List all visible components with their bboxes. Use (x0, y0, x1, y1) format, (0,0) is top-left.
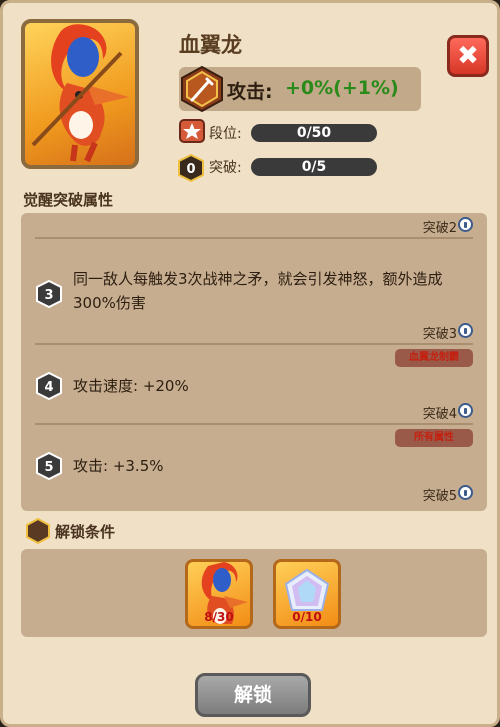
unlock-button[interactable]: 解锁 (195, 673, 311, 717)
unlock-section-title: 解锁条件 (55, 523, 116, 541)
tier-3-pill: 血翼龙制霸 (395, 349, 473, 367)
lock-icon (458, 323, 473, 338)
awaken-attributes-list[interactable]: 突破2 3 同一敌人每触发3次战神之矛，就会引发神怒，额外造成300%伤害 突破… (21, 213, 487, 511)
sword-icon (181, 65, 223, 113)
tier-tag-4: 突破4 (422, 407, 457, 422)
close-button[interactable]: ✖ (447, 35, 489, 77)
lock-icon (458, 485, 473, 500)
tier-5-text: 攻击: +3.5% (73, 457, 164, 475)
rank-star-icon (179, 119, 205, 143)
unlock-hex-icon (26, 517, 50, 545)
rank-value: 0/50 (296, 125, 332, 141)
tier-3-num: 3 (44, 288, 53, 303)
attack-bar: 攻击: +0%(+1%) (179, 65, 421, 113)
rank-progress: 0/50 (251, 124, 377, 142)
tier-3-hex-icon: 3 (36, 279, 62, 309)
attack-value: +0%(+1%) (285, 77, 399, 99)
tier-4-pill: 所有属性 (395, 429, 473, 447)
close-icon: ✖ (457, 41, 479, 71)
lock-icon (458, 217, 473, 232)
unlock-item-dragon-shard[interactable]: 8/30 (185, 559, 253, 629)
divider (35, 423, 473, 425)
hero-name: 血翼龙 (179, 33, 242, 57)
breakthrough-badge: 0 (186, 162, 195, 177)
divider (35, 343, 473, 345)
unlock-item-crystal[interactable]: 0/10 (273, 559, 341, 629)
divider (35, 237, 473, 239)
breakthrough-label: 突破: (209, 160, 242, 176)
tier-4-hex-icon: 4 (36, 371, 62, 401)
tier-tag-2: 突破2 (422, 221, 457, 236)
breakthrough-hex-icon: 0 (178, 153, 204, 183)
lock-icon (458, 403, 473, 418)
tier-5-num: 5 (44, 460, 53, 475)
tier-4-num: 4 (44, 380, 53, 395)
breakthrough-progress: 0/5 (251, 158, 377, 176)
breakthrough-value: 0/5 (301, 159, 327, 175)
hero-panel: 血翼龙 ✖ 攻击: +0%(+1%) 段位: 0/50 0 突破: 0/5 觉醒… (0, 0, 500, 727)
tier-5-hex-icon: 5 (36, 451, 62, 481)
rank-label: 段位: (209, 126, 242, 142)
tier-tag-3: 突破3 (422, 327, 457, 342)
tier-tag-5: 突破5 (422, 489, 457, 504)
hero-portrait (21, 19, 139, 169)
dragon-shard-count: 8/30 (204, 610, 234, 624)
tier-3-text: 同一敌人每触发3次战神之矛，就会引发神怒，额外造成300%伤害 (73, 270, 443, 312)
tier-4-text: 攻击速度: +20% (73, 377, 189, 395)
attack-label: 攻击: (227, 81, 273, 103)
awaken-section-title: 觉醒突破属性 (23, 191, 114, 209)
unlock-requirements (21, 549, 487, 637)
dragon-icon (31, 24, 129, 163)
crystal-count: 0/10 (292, 610, 322, 624)
